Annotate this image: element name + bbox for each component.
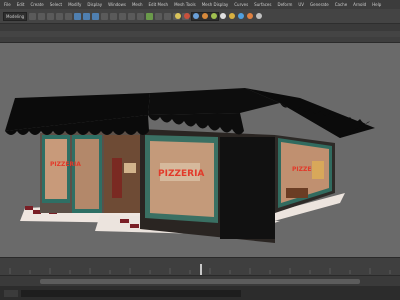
menu-modify[interactable]: Modify	[68, 2, 81, 7]
left-door-glass	[75, 139, 99, 209]
menu-curves[interactable]: Curves	[234, 2, 248, 7]
panel-menu-lighting[interactable]	[20, 32, 21, 36]
select-by-hierarchy-button[interactable]	[74, 12, 82, 20]
sphere-icon[interactable]	[220, 13, 226, 19]
history-button[interactable]	[146, 12, 154, 20]
select-by-component-button[interactable]	[92, 12, 100, 20]
select-by-object-button[interactable]	[83, 12, 91, 20]
range-slider[interactable]	[0, 275, 400, 286]
perspective-viewport[interactable]: PIZZERIA PIZZERIA PIZZERIA	[0, 43, 400, 257]
volume-icon[interactable]	[247, 13, 253, 19]
menu-mesh-display[interactable]: Mesh Display	[202, 2, 229, 7]
snap-grid-button[interactable]	[101, 12, 109, 20]
menu-surfaces[interactable]: Surfaces	[254, 2, 271, 7]
mode-select[interactable]: Modeling	[3, 11, 28, 21]
pizza-counter	[286, 188, 308, 198]
undo-button[interactable]	[56, 12, 64, 20]
current-time-marker	[200, 264, 202, 275]
lamp-icon[interactable]	[229, 13, 235, 19]
mel-toggle-button[interactable]	[4, 289, 18, 297]
panel-menu-shading[interactable]	[13, 32, 14, 36]
interior-table	[124, 163, 136, 173]
command-input[interactable]	[21, 289, 241, 297]
menu-mesh-tools[interactable]: Mesh Tools	[174, 2, 196, 7]
menu-board	[312, 161, 324, 179]
menu-mesh[interactable]: Mesh	[132, 2, 143, 7]
menu-help[interactable]: Help	[372, 2, 381, 7]
light-icon[interactable]	[193, 13, 199, 19]
menu-file[interactable]: File	[4, 2, 11, 7]
menu-generate[interactable]: Generate	[310, 2, 329, 7]
left-window-glass	[45, 139, 67, 199]
menu-cache[interactable]: Cache	[335, 2, 347, 7]
arnold-icon[interactable]	[202, 13, 208, 19]
panel-menu-panels[interactable]	[42, 32, 43, 36]
snap-plane-button[interactable]	[128, 12, 136, 20]
panel-menu-view[interactable]	[6, 32, 7, 36]
left-window-sign: PIZZERIA	[50, 161, 81, 168]
range-slider-bar[interactable]	[40, 278, 360, 284]
scene-render: PIZZERIA PIZZERIA PIZZERIA	[5, 88, 375, 243]
shelf-tabs[interactable]	[0, 24, 400, 31]
menu-windows[interactable]: Windows	[108, 2, 126, 7]
menu-create[interactable]: Create	[30, 2, 43, 7]
redo-button[interactable]	[65, 12, 73, 20]
save-scene-button[interactable]	[47, 12, 55, 20]
menu-deform[interactable]: Deform	[277, 2, 292, 7]
sun-icon[interactable]	[175, 13, 181, 19]
panel-menu-renderer[interactable]	[35, 32, 36, 36]
panel-menu-show[interactable]	[27, 32, 28, 36]
render-view-icon[interactable]	[184, 13, 190, 19]
menu-uv[interactable]: UV	[298, 2, 304, 7]
open-scene-button[interactable]	[38, 12, 46, 20]
front-window-sign: PIZZERIA	[158, 169, 204, 179]
snap-curve-button[interactable]	[110, 12, 118, 20]
time-slider[interactable]	[0, 257, 400, 275]
time-ruler	[9, 264, 391, 275]
ipr-render-button[interactable]	[164, 12, 172, 20]
command-line	[0, 286, 400, 300]
menu-edit-mesh[interactable]: Edit Mesh	[149, 2, 169, 7]
menu-edit[interactable]: Edit	[17, 2, 25, 7]
tool-icon[interactable]	[238, 13, 244, 19]
menu-display[interactable]: Display	[87, 2, 102, 7]
render-current-frame-button[interactable]	[155, 12, 163, 20]
front-corner-wall	[220, 137, 275, 239]
menu-select[interactable]: Select	[50, 2, 62, 7]
new-scene-button[interactable]	[29, 12, 37, 20]
uv-icon[interactable]	[211, 13, 217, 19]
interior-booth	[112, 158, 122, 198]
camera-icon[interactable]	[256, 13, 262, 19]
toolbar-icons	[175, 13, 262, 19]
main-menubar: File Edit Create Select Modify Display W…	[0, 0, 400, 9]
menu-arnold[interactable]: Arnold	[353, 2, 366, 7]
snap-point-button[interactable]	[119, 12, 127, 20]
snap-surface-button[interactable]	[137, 12, 145, 20]
